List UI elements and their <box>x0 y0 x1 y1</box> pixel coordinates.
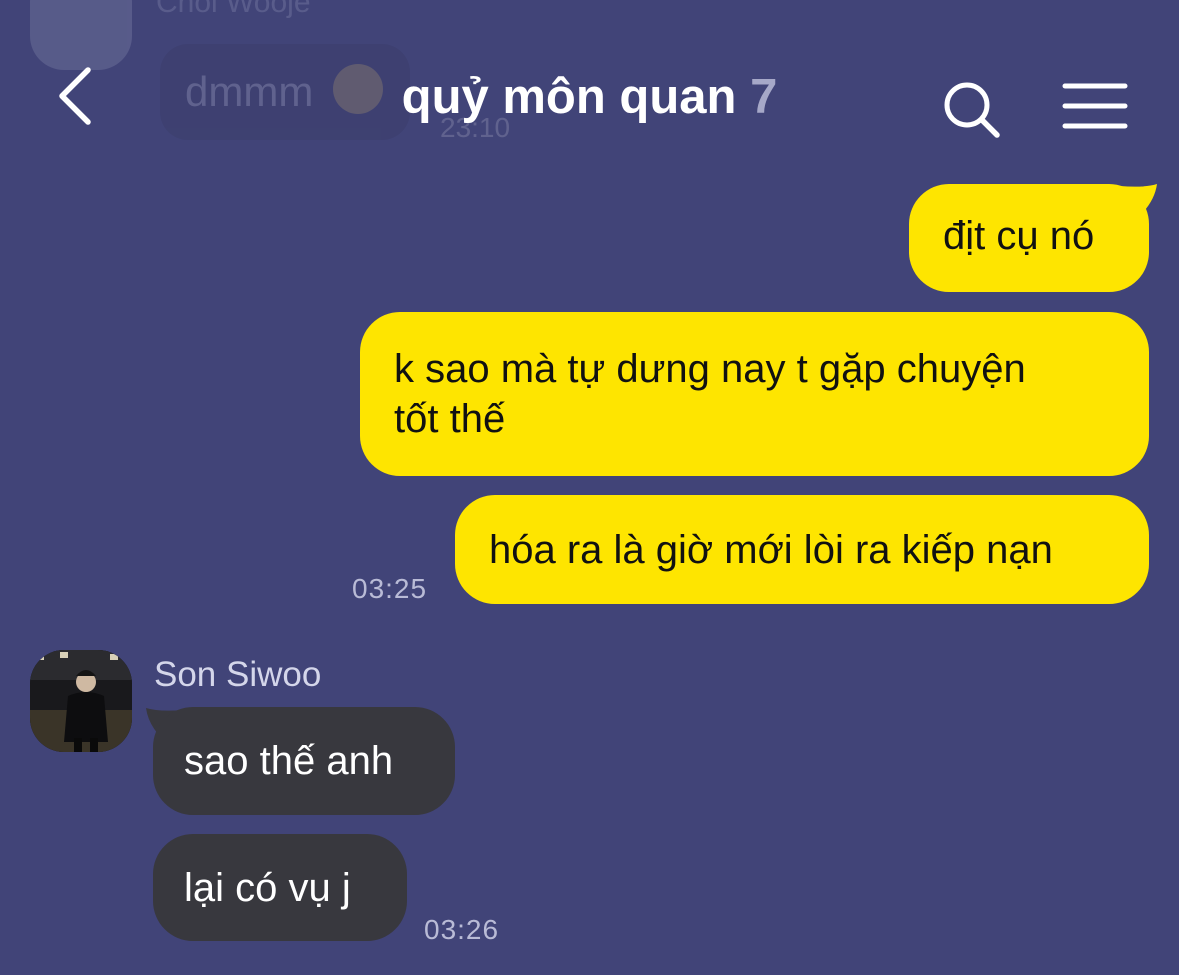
sent-message-bubble[interactable]: địt cụ nó <box>909 184 1149 292</box>
message-text-line: tốt thế <box>394 397 506 441</box>
chat-screen: Choi Wooje dmmm 23:10 quỷ môn quan 7 địt… <box>0 0 1179 975</box>
message-timestamp: 03:26 <box>424 914 500 945</box>
profile-photo <box>30 650 132 752</box>
ghost-message-text: dmmm <box>185 68 314 115</box>
message-text: địt cụ nó <box>943 214 1095 258</box>
received-message-bubble[interactable]: lại có vụ j <box>153 834 407 941</box>
message-text: hóa ra là giờ mới lòi ra kiếp nạn <box>489 528 1053 572</box>
sent-message-bubble[interactable]: hóa ra là giờ mới lòi ra kiếp nạn <box>455 495 1149 604</box>
ghost-timestamp: 23:10 <box>440 112 511 143</box>
ghost-avatar <box>30 0 132 70</box>
sender-name: Son Siwoo <box>154 655 322 694</box>
smile-emoji-icon <box>333 64 383 114</box>
message-text: sao thế anh <box>184 739 394 783</box>
message-text: k sao mà tự dưng nay t gặp chuyện tốt th… <box>394 344 1026 444</box>
menu-button[interactable] <box>1060 80 1130 132</box>
chevron-left-icon <box>59 67 91 125</box>
member-count: 7 <box>750 70 778 124</box>
hamburger-menu-icon <box>1062 83 1128 129</box>
received-message-bubble[interactable]: sao thế anh <box>153 707 455 815</box>
sent-message-bubble[interactable]: k sao mà tự dưng nay t gặp chuyện tốt th… <box>360 312 1149 476</box>
search-button[interactable] <box>938 76 1004 142</box>
message-text-line: k sao mà tự dưng nay t gặp chuyện <box>394 347 1026 391</box>
message-timestamp: 03:25 <box>352 573 428 604</box>
avatar[interactable] <box>30 650 132 752</box>
back-button[interactable] <box>52 62 100 130</box>
ghost-sender-name: Choi Wooje <box>156 0 311 19</box>
message-text: lại có vụ j <box>184 866 351 910</box>
search-icon <box>944 82 1000 138</box>
chat-room-name: quỷ môn quan <box>401 70 737 124</box>
ghost-message-bubble <box>160 44 410 140</box>
